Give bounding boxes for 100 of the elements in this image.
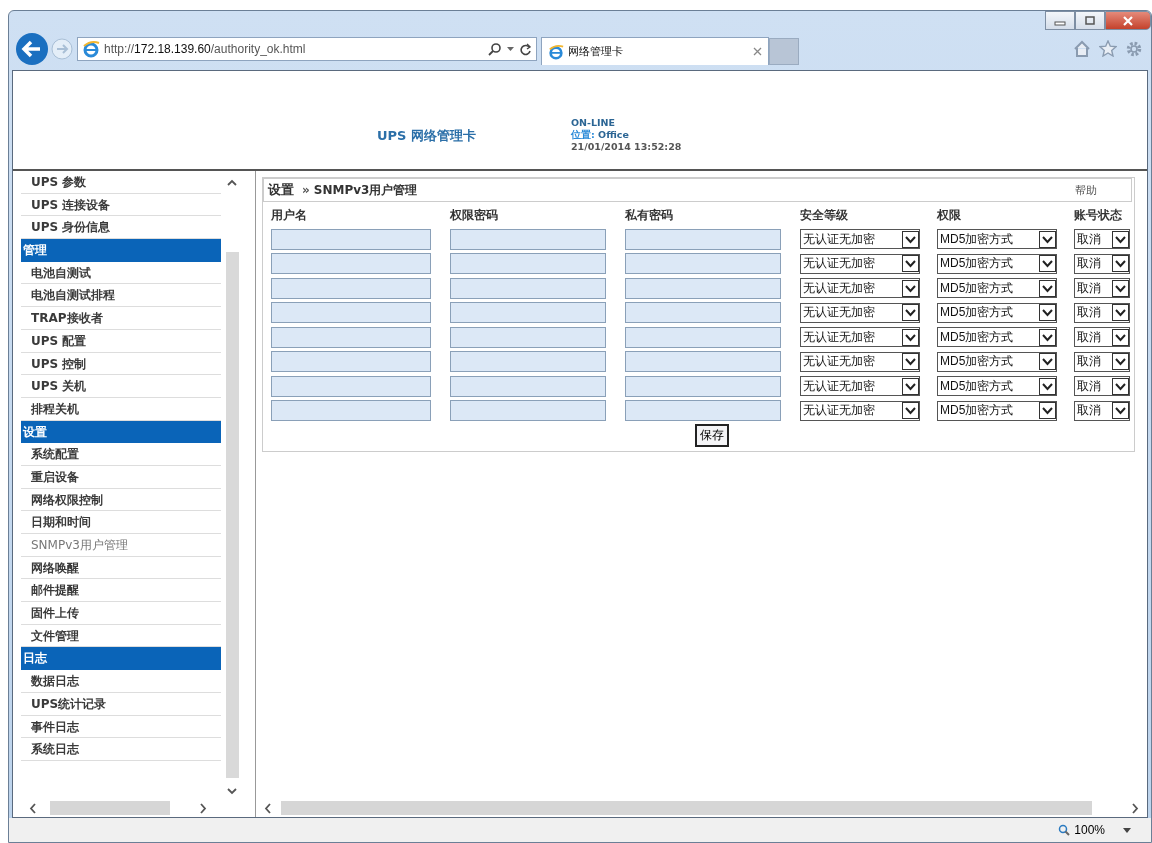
username-field[interactable] xyxy=(271,375,431,397)
password-field[interactable] xyxy=(450,326,607,348)
zoom-level[interactable]: 100% xyxy=(1074,823,1105,837)
password-field[interactable] xyxy=(625,277,782,299)
menu-item[interactable]: 重启设备 xyxy=(21,465,221,489)
account-state-select[interactable]: 取消 xyxy=(1073,278,1130,299)
password-field[interactable] xyxy=(450,253,607,275)
menu-item[interactable]: UPS 配置 xyxy=(21,329,221,353)
security-level-select[interactable]: 无认证无加密 xyxy=(800,253,921,274)
scroll-right-icon[interactable] xyxy=(200,802,207,814)
account-state-select[interactable]: 取消 xyxy=(1073,229,1130,250)
refresh-icon[interactable] xyxy=(519,42,532,56)
menu-item[interactable]: 系统日志 xyxy=(21,738,221,761)
security-level-select[interactable]: 无认证无加密 xyxy=(800,229,921,250)
permission-select[interactable]: MD5加密方式 xyxy=(937,351,1058,372)
menu-item[interactable]: UPS 控制 xyxy=(21,352,221,376)
password-field[interactable] xyxy=(625,375,782,397)
password-field[interactable] xyxy=(625,326,782,348)
menu-item[interactable]: 排程关机 xyxy=(21,397,221,421)
breadcrumb-section[interactable]: 设置 xyxy=(268,181,294,199)
url-text: http://172.18.139.60/authority_ok.html xyxy=(104,42,306,56)
menu-item[interactable]: UPS统计记录 xyxy=(21,692,221,716)
ups-status: ON-LINE xyxy=(571,117,616,129)
menu-item[interactable]: TRAP接收者 xyxy=(21,307,221,330)
password-field[interactable] xyxy=(625,400,782,422)
help-link[interactable]: 帮助 xyxy=(1075,182,1097,198)
scrollbar-thumb[interactable] xyxy=(281,801,1092,815)
password-field[interactable] xyxy=(450,228,607,250)
account-state-select[interactable]: 取消 xyxy=(1073,351,1130,372)
maximize-button[interactable] xyxy=(1075,11,1105,30)
security-level-select[interactable]: 无认证无加密 xyxy=(800,302,921,323)
permission-select[interactable]: MD5加密方式 xyxy=(937,302,1058,323)
username-field[interactable] xyxy=(271,302,431,324)
zoom-icon[interactable] xyxy=(1058,824,1071,836)
settings-icon[interactable] xyxy=(1125,40,1143,58)
password-field[interactable] xyxy=(450,375,607,397)
username-field[interactable] xyxy=(271,228,431,250)
security-level-select[interactable]: 无认证无加密 xyxy=(800,327,921,348)
password-field[interactable] xyxy=(450,277,607,299)
scroll-down-icon[interactable] xyxy=(227,788,237,795)
menu-item[interactable]: 电池自测试 xyxy=(21,261,221,285)
save-button[interactable]: 保存 xyxy=(695,424,729,447)
account-state-select[interactable]: 取消 xyxy=(1073,253,1130,274)
password-field[interactable] xyxy=(625,253,782,275)
account-state-select[interactable]: 取消 xyxy=(1073,302,1130,323)
scrollbar-thumb[interactable] xyxy=(225,252,239,778)
account-state-select[interactable]: 取消 xyxy=(1073,376,1130,397)
star-icon[interactable] xyxy=(1099,40,1117,57)
dropdown-caret-icon[interactable] xyxy=(507,46,514,52)
scrollbar-thumb[interactable] xyxy=(50,801,170,815)
security-level-select[interactable]: 无认证无加密 xyxy=(800,400,921,421)
username-field[interactable] xyxy=(271,253,431,275)
menu-item[interactable]: 事件日志 xyxy=(21,715,221,739)
scroll-right-icon[interactable] xyxy=(1132,802,1139,814)
menu-item[interactable]: 邮件提醒 xyxy=(21,579,221,603)
menu-item[interactable]: 网络唤醒 xyxy=(21,556,221,580)
permission-select[interactable]: MD5加密方式 xyxy=(937,278,1058,299)
scroll-up-icon[interactable] xyxy=(227,179,237,186)
username-field[interactable] xyxy=(271,277,431,299)
browser-tab[interactable]: 网络管理卡 xyxy=(541,37,769,65)
menu-item[interactable]: 电池自测试排程 xyxy=(21,284,221,308)
permission-select[interactable]: MD5加密方式 xyxy=(937,376,1058,397)
password-field[interactable] xyxy=(450,302,607,324)
security-level-select[interactable]: 无认证无加密 xyxy=(800,376,921,397)
menu-item[interactable]: 固件上传 xyxy=(21,602,221,625)
password-field[interactable] xyxy=(625,302,782,324)
security-level-select[interactable]: 无认证无加密 xyxy=(800,278,921,299)
home-icon[interactable] xyxy=(1073,40,1091,57)
account-state-select[interactable]: 取消 xyxy=(1073,327,1130,348)
password-field[interactable] xyxy=(450,400,607,422)
menu-item[interactable]: UPS 参数 xyxy=(21,171,221,194)
scroll-left-icon[interactable] xyxy=(264,802,271,814)
username-field[interactable] xyxy=(271,400,431,422)
password-field[interactable] xyxy=(625,228,782,250)
back-button[interactable] xyxy=(15,32,49,66)
permission-select[interactable]: MD5加密方式 xyxy=(937,400,1058,421)
username-field[interactable] xyxy=(271,326,431,348)
menu-item[interactable]: 日期和时间 xyxy=(21,511,221,534)
account-state-select[interactable]: 取消 xyxy=(1073,400,1130,421)
tab-title: 网络管理卡 xyxy=(568,44,623,59)
close-icon[interactable] xyxy=(753,47,762,56)
menu-item[interactable]: 数据日志 xyxy=(21,670,221,693)
menu-item[interactable]: SNMPv3用户管理 xyxy=(21,534,221,557)
dropdown-caret-icon[interactable] xyxy=(1123,827,1131,833)
minimize-button[interactable] xyxy=(1045,11,1075,30)
username-field[interactable] xyxy=(271,351,431,373)
address-bar[interactable]: http://172.18.139.60/authority_ok.html xyxy=(77,37,537,61)
search-icon[interactable] xyxy=(488,42,502,56)
security-level-select[interactable]: 无认证无加密 xyxy=(800,351,921,372)
permission-select[interactable]: MD5加密方式 xyxy=(937,253,1058,274)
password-field[interactable] xyxy=(625,351,782,373)
permission-select[interactable]: MD5加密方式 xyxy=(937,229,1058,250)
menu-item[interactable]: 网络权限控制 xyxy=(21,488,221,512)
scroll-left-icon[interactable] xyxy=(29,802,36,814)
menu-item[interactable]: UPS 关机 xyxy=(21,375,221,398)
close-button[interactable] xyxy=(1105,11,1151,30)
menu-item[interactable]: 系统配置 xyxy=(21,443,221,466)
menu-item[interactable]: UPS 连接设备 xyxy=(21,193,221,217)
permission-select[interactable]: MD5加密方式 xyxy=(937,327,1058,348)
password-field[interactable] xyxy=(450,351,607,373)
